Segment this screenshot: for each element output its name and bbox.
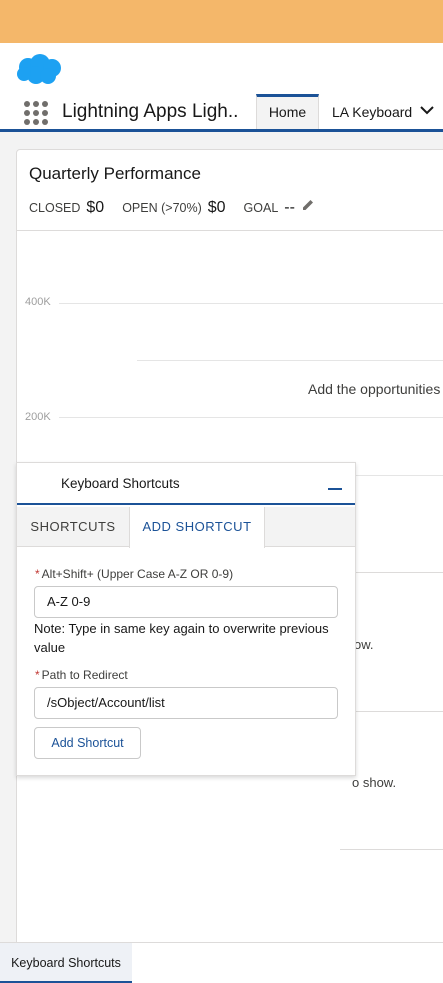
axis-label-200k: 200K: [25, 411, 51, 423]
path-field-label: * Path to Redirect: [35, 668, 128, 682]
performance-metrics: CLOSED $0 OPEN (>70%) $0 GOAL --: [29, 198, 315, 217]
utility-bar: Keyboard Shortcuts: [0, 942, 443, 983]
key-field-label: * Alt+Shift+ (Upper Case A-Z OR 0-9): [35, 567, 233, 581]
goal-value: --: [284, 199, 295, 216]
app-name: Lightning Apps Ligh..: [62, 101, 239, 122]
required-marker: *: [35, 567, 40, 581]
shortcut-key-input[interactable]: A-Z 0-9: [34, 586, 338, 618]
closed-label: CLOSED: [29, 201, 81, 215]
redirect-path-input[interactable]: /sObject/Account/list: [34, 687, 338, 719]
add-shortcut-button[interactable]: Add Shortcut: [34, 727, 141, 759]
required-marker: *: [35, 668, 40, 682]
global-header: [0, 43, 443, 95]
gridline: [59, 303, 443, 304]
background-text: ow.: [354, 637, 374, 652]
chevron-down-icon[interactable]: [418, 101, 436, 119]
open-label: OPEN (>70%): [122, 201, 202, 215]
axis-label-400k: 400K: [25, 296, 51, 308]
tab-la-keyboard[interactable]: LA Keyboard: [332, 104, 412, 120]
org-banner: [0, 0, 443, 43]
gridline: [59, 417, 443, 418]
keyboard-shortcuts-panel: Keyboard Shortcuts SHORTCUTS ADD SHORTCU…: [16, 462, 356, 776]
pencil-icon[interactable]: [301, 198, 315, 212]
goal-label: GOAL: [243, 201, 279, 215]
panel-tabs: SHORTCUTS ADD SHORTCUT: [17, 507, 355, 548]
open-value: $0: [207, 199, 226, 216]
section-divider: [340, 849, 443, 850]
tab-shortcuts[interactable]: SHORTCUTS: [17, 507, 129, 547]
path-field-label-text: Path to Redirect: [41, 668, 128, 682]
panel-header[interactable]: Keyboard Shortcuts: [17, 463, 355, 505]
tab-add-shortcut[interactable]: ADD SHORTCUT: [129, 507, 265, 548]
overwrite-note: Note: Type in same key again to overwrit…: [34, 621, 329, 655]
card-title: Quarterly Performance: [29, 164, 201, 183]
salesforce-cloud-icon[interactable]: [14, 53, 64, 87]
chart-empty-message: Add the opportunities: [308, 381, 441, 397]
tab-home[interactable]: Home: [256, 94, 319, 129]
gridline: [137, 360, 443, 361]
panel-title: Keyboard Shortcuts: [61, 476, 180, 491]
key-field-label-text: Alt+Shift+ (Upper Case A-Z OR 0-9): [41, 567, 234, 581]
app-launcher-icon[interactable]: [24, 101, 48, 125]
minimize-icon[interactable]: [328, 488, 342, 490]
utility-item-keyboard-shortcuts[interactable]: Keyboard Shortcuts: [0, 943, 132, 983]
card-divider: [17, 230, 443, 231]
background-text: o show.: [352, 775, 397, 790]
navigation-bar: Lightning Apps Ligh.. Home LA Keyboard: [0, 94, 443, 132]
closed-value: $0: [86, 199, 105, 216]
